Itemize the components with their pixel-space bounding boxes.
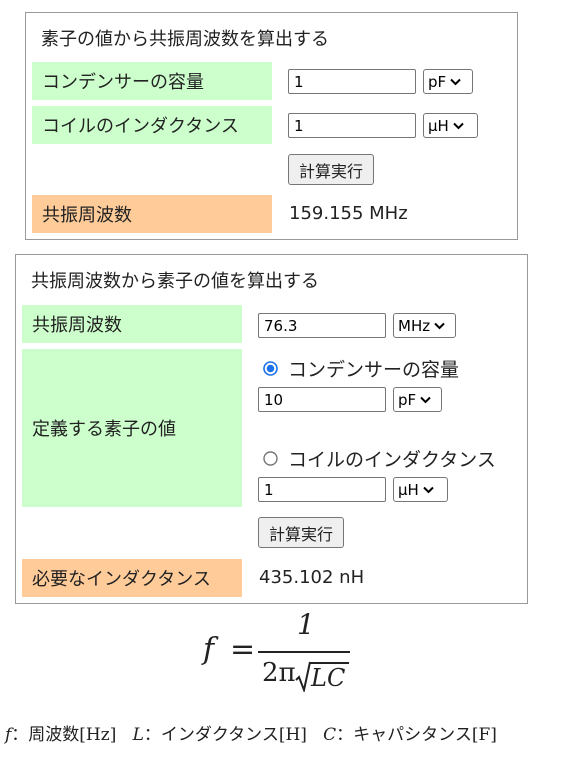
legend-l-symbol: L bbox=[132, 725, 144, 745]
variable-legend: f：周波数[Hz] L：インダクタンス[H] C：キャパシタンス[F] bbox=[5, 720, 497, 745]
chevron-down-icon bbox=[450, 78, 461, 85]
fraction-bar bbox=[258, 651, 350, 653]
capacitance-unit-value: pF bbox=[428, 72, 447, 91]
calc-frequency-panel: 素子の値から共振周波数を算出する コンデンサーの容量 pF コイルのインダクタン… bbox=[25, 12, 518, 240]
calc-button[interactable]: 計算実行 bbox=[258, 517, 344, 548]
radio-option-capacitor-label: コンデンサーの容量 bbox=[288, 359, 460, 381]
capacitance-label: コンデンサーの容量 bbox=[32, 62, 272, 100]
radio-option-inductor-label: コイルのインダクタンス bbox=[288, 449, 496, 471]
inductance-label: コイルのインダクタンス bbox=[32, 106, 272, 144]
legend-l-text: ：インダクタンス[H] bbox=[143, 725, 307, 745]
formula-equals: = bbox=[230, 632, 256, 667]
capacitance-unit-select[interactable]: pF bbox=[423, 69, 473, 94]
inductor-unit-select[interactable]: μH bbox=[393, 477, 448, 502]
frequency-input[interactable] bbox=[258, 313, 386, 338]
panel-title: 共振周波数から素子の値を算出する bbox=[31, 271, 319, 292]
result-label: 必要なインダクタンス bbox=[22, 559, 242, 597]
capacitor-value-input[interactable] bbox=[258, 387, 386, 412]
formula-lhs: f bbox=[203, 632, 215, 667]
radio-option-inductor[interactable]: コイルのインダクタンス bbox=[263, 445, 496, 472]
sqrt-icon bbox=[295, 661, 311, 692]
chevron-down-icon bbox=[434, 322, 445, 329]
radio-unchecked-icon[interactable] bbox=[263, 451, 278, 466]
inductance-input[interactable] bbox=[288, 113, 416, 138]
chevron-down-icon bbox=[453, 122, 464, 129]
chevron-down-icon bbox=[420, 396, 431, 403]
capacitor-unit-select[interactable]: pF bbox=[393, 387, 442, 412]
inductor-value-input[interactable] bbox=[258, 477, 386, 502]
legend-c-text: ：キャパシタンス[F] bbox=[336, 725, 497, 745]
result-value: 159.155 MHz bbox=[289, 203, 408, 224]
formula-denominator-prefix: 2π bbox=[262, 658, 296, 688]
frequency-unit-value: MHz bbox=[398, 316, 431, 335]
panel-title: 素子の値から共振周波数を算出する bbox=[41, 29, 329, 50]
frequency-label: 共振周波数 bbox=[22, 305, 242, 343]
formula-radicand: LC bbox=[311, 664, 346, 692]
inductance-unit-value: μH bbox=[428, 116, 449, 135]
calc-button[interactable]: 計算実行 bbox=[288, 154, 374, 185]
defined-element-label: 定義する素子の値 bbox=[22, 349, 242, 507]
capacitance-input[interactable] bbox=[288, 69, 416, 94]
calc-element-panel: 共振周波数から素子の値を算出する 共振周波数 MHz 定義する素子の値 コンデン… bbox=[15, 254, 528, 604]
radio-checked-icon[interactable] bbox=[263, 361, 278, 376]
result-value: 435.102 nH bbox=[259, 567, 365, 588]
frequency-unit-select[interactable]: MHz bbox=[393, 313, 456, 338]
formula-numerator: 1 bbox=[297, 608, 315, 641]
inductor-unit-value: μH bbox=[398, 480, 419, 499]
radio-option-capacitor[interactable]: コンデンサーの容量 bbox=[263, 355, 459, 382]
inductance-unit-select[interactable]: μH bbox=[423, 113, 478, 138]
legend-c-symbol: C bbox=[323, 725, 337, 745]
capacitor-unit-value: pF bbox=[398, 390, 417, 409]
result-label: 共振周波数 bbox=[32, 195, 272, 233]
legend-f-text: ：周波数[Hz] bbox=[11, 725, 117, 745]
chevron-down-icon bbox=[423, 486, 434, 493]
